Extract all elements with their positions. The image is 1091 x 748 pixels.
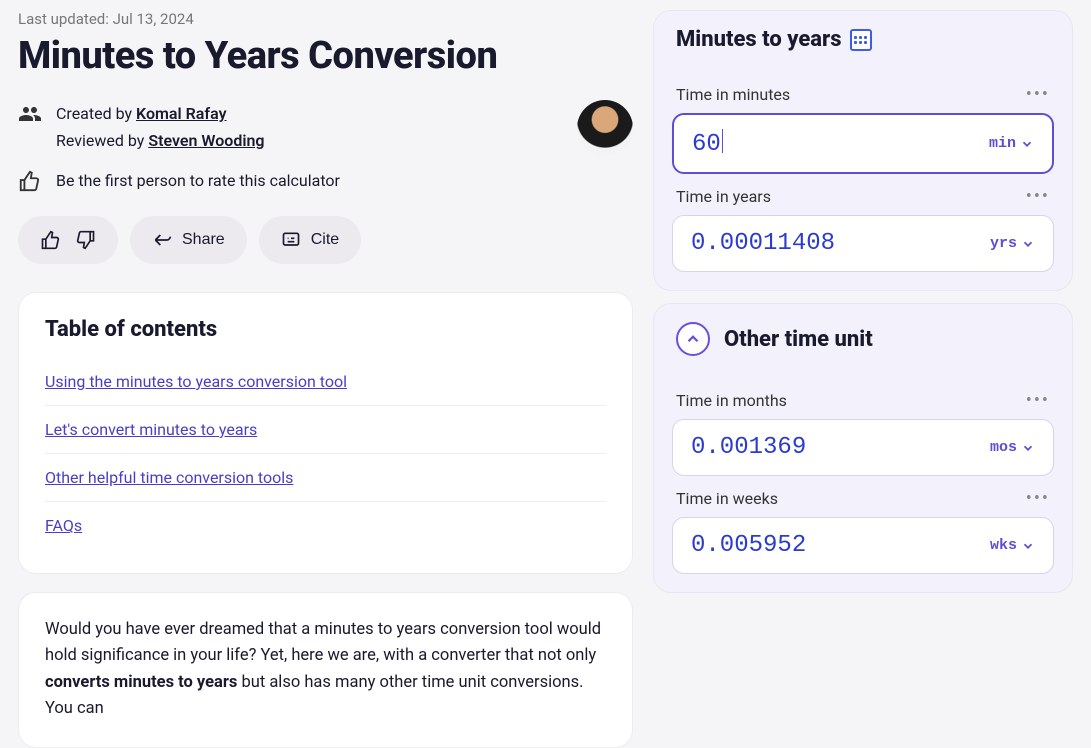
toc-item: FAQs [45, 502, 606, 549]
thumb-up-outline-icon [18, 168, 42, 192]
unit-selector-months[interactable]: mos [990, 439, 1035, 456]
unit-selector-minutes[interactable]: min [989, 135, 1034, 152]
chevron-up-icon [684, 330, 702, 348]
cite-icon [281, 230, 301, 250]
field-menu-button[interactable]: ••• [1026, 488, 1050, 509]
share-label: Share [182, 231, 225, 249]
avatar [577, 100, 633, 156]
input-value: 0.00011408 [691, 230, 835, 257]
input-value: 60 [692, 129, 723, 158]
field-menu-button[interactable]: ••• [1026, 186, 1050, 207]
thumb-down-button[interactable] [76, 230, 96, 250]
share-button[interactable]: Share [130, 216, 247, 264]
toc-item: Using the minutes to years conversion to… [45, 358, 606, 406]
chevron-down-icon [1021, 539, 1035, 553]
toc-link[interactable]: Let's convert minutes to years [45, 420, 257, 439]
field-label-minutes: Time in minutes [676, 85, 790, 104]
last-updated: Last updated: Jul 13, 2024 [18, 10, 633, 28]
reviewer-link[interactable]: Steven Wooding [148, 131, 264, 150]
input-years[interactable]: 0.00011408 yrs [672, 215, 1054, 272]
field-label-years: Time in years [676, 187, 771, 206]
unit-label: mos [990, 439, 1017, 456]
chevron-down-icon [1021, 237, 1035, 251]
article-text: Would you have ever dreamed that a minut… [45, 620, 601, 665]
unit-selector-years[interactable]: yrs [990, 235, 1035, 252]
created-by-prefix: Created by [56, 104, 136, 123]
toc-link[interactable]: Using the minutes to years conversion to… [45, 372, 347, 391]
field-label-weeks: Time in weeks [676, 489, 778, 508]
input-value: 0.005952 [691, 532, 806, 559]
chevron-down-icon [1020, 137, 1034, 151]
article-bold: converts minutes to years [45, 673, 237, 692]
input-weeks[interactable]: 0.005952 wks [672, 517, 1054, 574]
toc-item: Let's convert minutes to years [45, 406, 606, 454]
chevron-down-icon [1021, 441, 1035, 455]
article-card: Would you have ever dreamed that a minut… [18, 592, 633, 748]
unit-label: yrs [990, 235, 1017, 252]
unit-selector-weeks[interactable]: wks [990, 537, 1035, 554]
field-label-months: Time in months [676, 391, 787, 410]
vote-buttons [18, 216, 118, 264]
toc-link[interactable]: Other helpful time conversion tools [45, 468, 293, 487]
calculator-other: Other time unit Time in months ••• 0.001… [653, 303, 1073, 593]
unit-label: min [989, 135, 1016, 152]
reviewed-by-prefix: Reviewed by [56, 131, 148, 150]
toc-link[interactable]: FAQs [45, 516, 82, 535]
input-minutes[interactable]: 60 min [672, 113, 1054, 174]
thumb-up-button[interactable] [40, 230, 60, 250]
input-value: 0.001369 [691, 434, 806, 461]
input-months[interactable]: 0.001369 mos [672, 419, 1054, 476]
collapse-button[interactable] [676, 322, 710, 356]
rate-prompt: Be the first person to rate this calcula… [56, 171, 340, 190]
calendar-icon [850, 29, 872, 51]
author-link[interactable]: Komal Rafay [136, 104, 226, 123]
toc-title: Table of contents [45, 317, 606, 342]
cite-label: Cite [311, 231, 339, 249]
other-section-title: Other time unit [724, 327, 873, 352]
unit-label: wks [990, 537, 1017, 554]
people-icon [18, 100, 42, 126]
calculator-main: Minutes to years Time in minutes ••• 60 … [653, 10, 1073, 291]
page-title: Minutes to Years Conversion [18, 34, 633, 78]
cite-button[interactable]: Cite [259, 216, 361, 264]
calc-title: Minutes to years [676, 27, 842, 52]
toc-item: Other helpful time conversion tools [45, 454, 606, 502]
field-menu-button[interactable]: ••• [1026, 390, 1050, 411]
field-menu-button[interactable]: ••• [1026, 84, 1050, 105]
share-icon [152, 230, 172, 250]
toc-card: Table of contents Using the minutes to y… [18, 292, 633, 574]
